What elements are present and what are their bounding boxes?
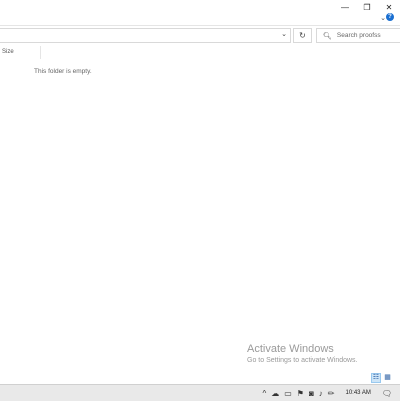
help-icon[interactable]: ? — [386, 13, 394, 21]
ribbon-divider — [0, 25, 400, 26]
search-icon: 🔍︎ — [323, 32, 332, 40]
flag-icon[interactable]: ⚑ — [297, 389, 304, 398]
close-button[interactable]: ✕ — [378, 0, 400, 14]
address-history-chevron-icon[interactable]: ⌄ — [281, 30, 287, 38]
empty-folder-message: This folder is empty. — [34, 68, 92, 75]
system-tray: ^ ☁ ▭ ⚑ ◙ ♪ ✏ 10:43 AM 🗨 — [262, 385, 400, 401]
details-view-icon[interactable]: ☷ — [371, 373, 381, 383]
refresh-button[interactable]: ↻ — [293, 28, 312, 43]
onedrive-icon[interactable]: ☁ — [271, 389, 279, 398]
column-divider[interactable] — [40, 46, 41, 59]
battery-icon[interactable]: ▭ — [284, 389, 292, 398]
show-hidden-icons-icon[interactable]: ^ — [262, 389, 266, 398]
column-header-row: Size — [0, 46, 400, 59]
network-icon[interactable]: ◙ — [309, 389, 314, 398]
window-controls: — ❐ ✕ — [334, 0, 400, 14]
maximize-button[interactable]: ❐ — [356, 0, 378, 14]
volume-icon[interactable]: ♪ — [319, 389, 323, 398]
minimize-button[interactable]: — — [334, 0, 356, 14]
large-icons-view-icon[interactable]: ▦ — [383, 373, 392, 382]
notifications-icon[interactable]: 🗨 — [382, 389, 392, 398]
taskbar: ^ ☁ ▭ ⚑ ◙ ♪ ✏ 10:43 AM 🗨 — [0, 384, 400, 401]
column-header-size[interactable]: Size — [2, 49, 14, 55]
watermark-title: Activate Windows — [247, 343, 334, 355]
watermark-subtitle: Go to Settings to activate Windows. — [247, 357, 358, 364]
view-toggle: ☷ ▦ — [371, 373, 392, 383]
pen-icon[interactable]: ✏ — [328, 389, 335, 398]
search-box[interactable]: 🔍︎ — [316, 28, 400, 43]
search-input[interactable] — [336, 32, 397, 39]
clock[interactable]: 10:43 AM — [345, 390, 370, 396]
address-bar[interactable]: ⌄ — [0, 28, 291, 43]
activate-windows-watermark: Activate Windows Go to Settings to activ… — [247, 343, 358, 364]
